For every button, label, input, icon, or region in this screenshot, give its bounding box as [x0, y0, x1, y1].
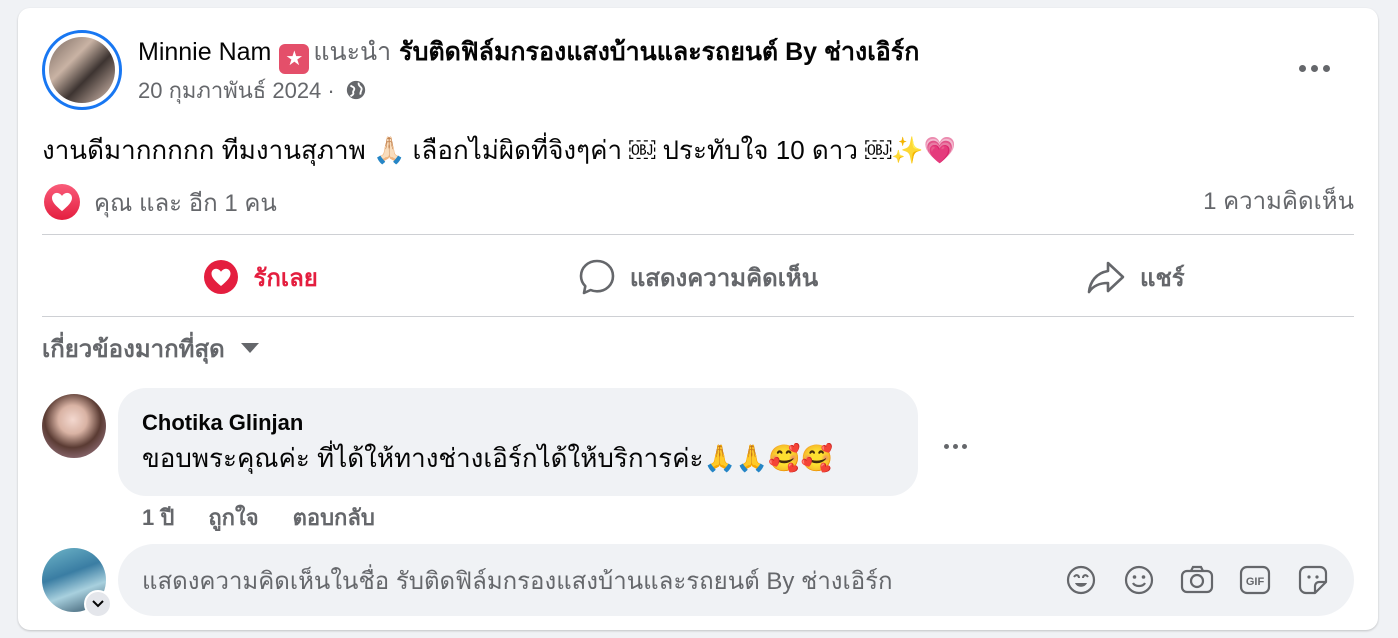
comment-age[interactable]: 1 ปี — [142, 502, 174, 534]
chevron-down-icon[interactable] — [84, 590, 112, 618]
composer-tools: GIF — [1064, 563, 1330, 597]
post-card: Minnie Nam ★ แนะนำ รับติดฟิล์มกรองแสงบ้านแล… — [18, 8, 1378, 630]
comment-count[interactable]: 1 ความคิดเห็น — [1203, 182, 1354, 222]
comment-composer[interactable]: แสดงความคิดเห็นในชื่อ รับติดฟิล์มกรองแสง… — [118, 544, 1354, 616]
comment-text: ขอบพระคุณค่ะ ที่ได้ให้ทางช่างเอิร์กได้ให… — [142, 443, 833, 473]
reaction-summary[interactable]: คุณ และ อีก 1 คน — [44, 182, 277, 222]
love-button[interactable]: รักเลย — [42, 249, 479, 305]
share-button[interactable]: แชร์ — [917, 249, 1354, 305]
page-name[interactable]: รับติดฟิล์มกรองแสงบ้านและรถยนต์ By ช่างเ… — [399, 38, 919, 66]
comment-like-button[interactable]: ถูกใจ — [208, 502, 258, 534]
comment-sort-dropdown[interactable]: เกี่ยวข้องมากที่สุด — [42, 328, 259, 368]
love-label: รักเลย — [253, 264, 318, 292]
camera-icon[interactable] — [1180, 563, 1214, 597]
dot — [1322, 64, 1330, 72]
author-avatar-photo — [49, 37, 115, 103]
post-date[interactable]: 20 กุมภาพันธ์ 2024 — [138, 78, 321, 103]
post-more-options-icon[interactable] — [1294, 58, 1334, 78]
share-icon — [1087, 261, 1125, 294]
divider — [42, 316, 1354, 317]
svg-text:GIF: GIF — [1246, 576, 1265, 588]
comment-more-options-icon[interactable] — [944, 440, 972, 452]
post-header: Minnie Nam ★ แนะนำ รับติดฟิล์มกรองแสงบ้านแล… — [138, 36, 919, 74]
gif-icon[interactable]: GIF — [1238, 563, 1272, 597]
emoji-icon[interactable] — [1122, 563, 1156, 597]
avatar-sticker-icon[interactable] — [1064, 563, 1098, 597]
sort-label: เกี่ยวข้องมากที่สุด — [42, 335, 225, 363]
public-globe-icon — [346, 80, 366, 100]
love-reaction-icon — [44, 184, 80, 220]
post-meta: 20 กุมภาพันธ์ 2024 · — [138, 76, 367, 106]
dot — [1310, 64, 1318, 72]
comment-icon — [579, 259, 615, 295]
dot — [944, 443, 949, 449]
divider — [42, 234, 1354, 235]
comment-button[interactable]: แสดงความคิดเห็น — [479, 249, 916, 305]
commenter-name[interactable]: Chotika Glinjan — [142, 408, 894, 438]
author-avatar[interactable] — [42, 30, 122, 110]
post-body: งานดีมากกกกก ทีมงานสุภาพ 🙏🏻 เลือกไม่ผิดท… — [42, 135, 956, 165]
comment-bubble: Chotika Glinjan ขอบพระคุณค่ะ ที่ได้ให้ทา… — [118, 388, 918, 496]
meta-separator: · — [327, 78, 335, 103]
comment-label: แสดงความคิดเห็น — [629, 264, 819, 292]
composer-input[interactable]: แสดงความคิดเห็นในชื่อ รับติดฟิล์มกรองแสง… — [142, 561, 1064, 600]
action-bar: รักเลย แสดงความคิดเห็น แชร์ — [42, 240, 1354, 314]
dot — [1298, 64, 1306, 72]
dot — [962, 443, 967, 449]
reaction-summary-text: คุณ และ อีก 1 คน — [94, 189, 277, 217]
comment-footer: 1 ปี ถูกใจ ตอบกลับ — [142, 502, 375, 534]
dot — [953, 443, 958, 449]
love-icon — [204, 260, 239, 294]
caret-down-icon — [240, 343, 259, 353]
sticker-icon[interactable] — [1296, 563, 1330, 597]
author-name[interactable]: Minnie Nam — [138, 38, 271, 66]
share-label: แชร์ — [1139, 264, 1185, 292]
commenter-avatar[interactable] — [42, 394, 106, 458]
recommend-star-icon: ★ — [279, 44, 310, 74]
recommends-label: แนะนำ — [313, 38, 392, 66]
comment-reply-button[interactable]: ตอบกลับ — [293, 502, 375, 534]
